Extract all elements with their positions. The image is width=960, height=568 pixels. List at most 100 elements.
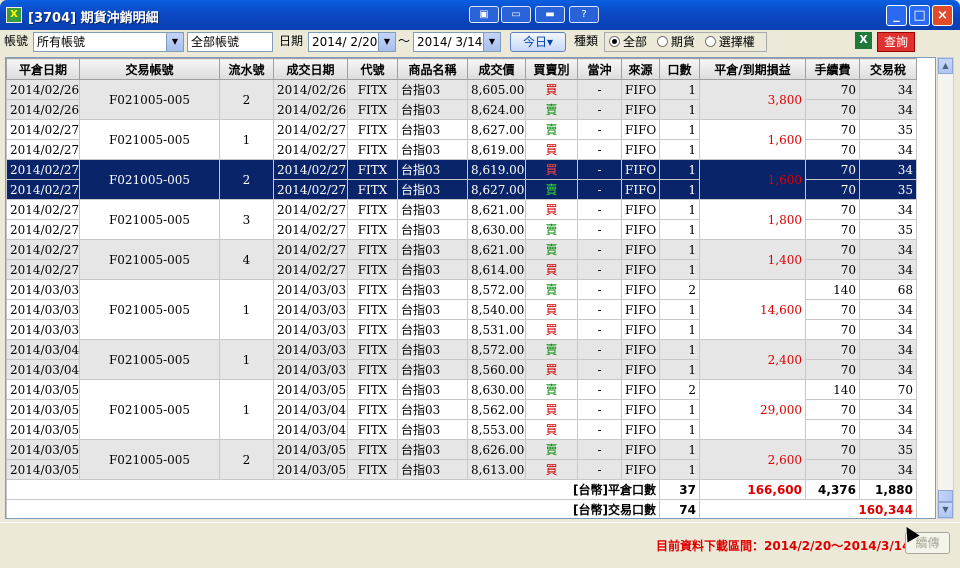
serial-cell: 2	[219, 159, 274, 200]
product-cell: 台指03	[397, 399, 468, 420]
table-row[interactable]: 2014/03/04 F021005-005 1 2014/03/03 FITX 台指03…	[6, 339, 917, 380]
qty-cell: 1	[659, 119, 700, 140]
qty-cell: 1	[659, 439, 700, 460]
column-header[interactable]: 成交價	[467, 58, 526, 80]
pnl-cell: 1,800	[699, 199, 806, 240]
qty-cell: 1	[659, 299, 700, 320]
chevron-down-icon[interactable]: ▼	[166, 33, 183, 51]
excel-icon[interactable]: X	[855, 32, 872, 49]
app-icon[interactable]: X	[6, 7, 22, 23]
table-row[interactable]: 2014/02/27 F021005-005 3 2014/02/27 FITX 台指03…	[6, 199, 917, 240]
scroll-up-icon[interactable]: ▲	[938, 58, 953, 74]
date-to-picker[interactable]: 2014/ 3/14 ▼	[413, 32, 501, 52]
fee-cell: 70	[805, 259, 860, 280]
layout-icon[interactable]: ▣	[469, 6, 499, 23]
toolbar: 帳號 所有帳號 ▼ 全部帳號 日期 2014/ 2/20 ▼ ～ 2014/ 3…	[0, 30, 960, 56]
daytrade-cell: -	[577, 159, 622, 180]
close-button[interactable]: ×	[932, 5, 953, 26]
today-button[interactable]: 今日▾	[510, 32, 566, 52]
serial-cell: 1	[219, 339, 274, 380]
fee-cell: 70	[805, 99, 860, 120]
tax-cell: 34	[859, 339, 917, 360]
column-header[interactable]: 交易稅	[859, 58, 917, 80]
radio-all-icon[interactable]	[609, 36, 620, 47]
source-cell: FIFO	[621, 199, 660, 220]
detail-grid[interactable]: 平倉日期 交易帳號 流水號 成交日期 代號 商品名稱 成交價 買賣別 當沖 來源 口數 平倉/到期損益…	[5, 57, 936, 519]
account-text-field[interactable]: 全部帳號	[187, 32, 273, 52]
radio-all[interactable]: 全部	[609, 35, 647, 49]
account-cell: F021005-005	[79, 239, 220, 280]
print-icon[interactable]: ▬	[535, 6, 565, 23]
summary-label: [台幣]交易口數	[6, 499, 660, 518]
radio-futures-icon[interactable]	[656, 36, 668, 47]
scroll-thumb[interactable]	[938, 490, 953, 502]
table-row[interactable]: 2014/03/03 F021005-005 1 2014/03/03 FITX 台指03…	[6, 279, 917, 340]
scroll-down-icon[interactable]: ▼	[938, 502, 953, 518]
source-cell: FIFO	[621, 119, 660, 140]
trade-date-cell: 2014/02/27	[273, 239, 348, 260]
date-from-picker[interactable]: 2014/ 2/20 ▼	[308, 32, 396, 52]
account-cell: F021005-005	[79, 379, 220, 440]
help-icon[interactable]: ?	[569, 6, 599, 23]
column-header[interactable]: 流水號	[219, 58, 274, 80]
column-header[interactable]: 交易帳號	[79, 58, 220, 80]
summary-label: [台幣]平倉口數	[6, 479, 660, 500]
column-header[interactable]: 手續費	[805, 58, 860, 80]
qty-cell: 1	[659, 359, 700, 380]
price-cell: 8,540.00	[467, 299, 526, 320]
side-cell: 賣	[525, 179, 578, 200]
price-cell: 8,621.00	[467, 199, 526, 220]
qty-cell: 1	[659, 319, 700, 340]
qty-cell: 1	[659, 419, 700, 440]
side-cell: 買	[525, 79, 578, 100]
account-select[interactable]: 所有帳號 ▼	[33, 32, 184, 52]
source-cell: FIFO	[621, 279, 660, 300]
side-cell: 賣	[525, 379, 578, 400]
code-cell: FITX	[347, 259, 398, 280]
maximize-button[interactable]: □	[909, 5, 930, 26]
table-row[interactable]: 2014/03/05 F021005-005 2 2014/03/05 FITX 台指03…	[6, 439, 917, 480]
daytrade-cell: -	[577, 379, 622, 400]
minimize-button[interactable]: _	[886, 5, 907, 26]
serial-cell: 1	[219, 279, 274, 340]
source-cell: FIFO	[621, 299, 660, 320]
table-row[interactable]: 2014/02/27 F021005-005 1 2014/02/27 FITX 台指03…	[6, 119, 917, 160]
fee-cell: 70	[805, 119, 860, 140]
pnl-cell: 3,800	[699, 79, 806, 120]
column-header[interactable]: 平倉日期	[6, 58, 80, 80]
column-header[interactable]: 代號	[347, 58, 398, 80]
column-header[interactable]: 平倉/到期損益	[699, 58, 806, 80]
table-row[interactable]: 2014/02/27 F021005-005 4 2014/02/27 FITX 台指03…	[6, 239, 917, 280]
table-row[interactable]: 2014/03/05 F021005-005 1 2014/03/05 FITX 台指03…	[6, 379, 917, 440]
serial-cell: 1	[219, 379, 274, 440]
table-row[interactable]: 2014/02/27 F021005-005 2 2014/02/27 FITX 台指03…	[6, 159, 917, 200]
table-row[interactable]: 2014/02/26 F021005-005 2 2014/02/26 FITX 台指03…	[6, 79, 917, 120]
query-button[interactable]: 查詢	[877, 32, 915, 52]
daytrade-cell: -	[577, 319, 622, 340]
close-date-cell: 2014/03/03	[6, 279, 80, 300]
side-cell: 買	[525, 419, 578, 440]
chevron-down-icon[interactable]: ▼	[378, 33, 395, 51]
radio-futures[interactable]: 期貨	[656, 35, 695, 49]
chevron-down-icon[interactable]: ▼	[483, 33, 500, 51]
price-cell: 8,553.00	[467, 419, 526, 440]
radio-options-icon[interactable]	[704, 36, 716, 47]
close-date-cell: 2014/03/05	[6, 459, 80, 480]
source-cell: FIFO	[621, 259, 660, 280]
source-cell: FIFO	[621, 219, 660, 240]
radio-options[interactable]: 選擇權	[704, 35, 755, 49]
vertical-scrollbar[interactable]: ▲ ▼	[937, 57, 954, 519]
column-header[interactable]: 口數	[659, 58, 700, 80]
column-header[interactable]: 當沖	[577, 58, 622, 80]
column-header[interactable]: 成交日期	[273, 58, 348, 80]
qty-cell: 1	[659, 219, 700, 240]
column-header[interactable]: 商品名稱	[397, 58, 468, 80]
window-icon[interactable]: ▭	[501, 6, 531, 23]
close-date-cell: 2014/02/26	[6, 79, 80, 100]
column-header[interactable]: 買賣別	[525, 58, 578, 80]
tax-cell: 34	[859, 259, 917, 280]
price-cell: 8,630.00	[467, 219, 526, 240]
close-date-cell: 2014/03/03	[6, 319, 80, 340]
column-header[interactable]: 來源	[621, 58, 660, 80]
serial-cell: 1	[219, 119, 274, 160]
